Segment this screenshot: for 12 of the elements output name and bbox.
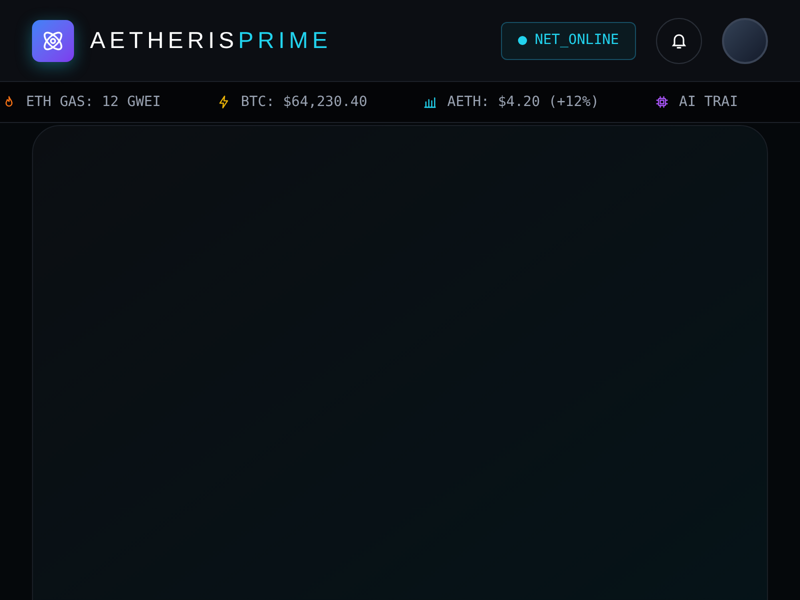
notifications-button[interactable] xyxy=(656,18,702,64)
lightning-icon xyxy=(216,95,231,109)
ticker-text: AETH: $4.20 (+12%) xyxy=(447,92,600,112)
status-label: NET_ONLINE xyxy=(534,31,619,50)
ticker-text: ETH GAS: 12 GWEI xyxy=(26,92,161,112)
ticker-text: AI TRAI xyxy=(679,92,738,112)
logo-icon xyxy=(32,20,74,62)
brand-name: AETHERIS PRIME xyxy=(90,26,332,56)
bell-icon xyxy=(670,32,688,50)
chip-icon xyxy=(655,95,670,109)
ticker-text: BTC: $64,230.40 xyxy=(240,92,368,112)
bar-chart-icon xyxy=(423,95,438,109)
